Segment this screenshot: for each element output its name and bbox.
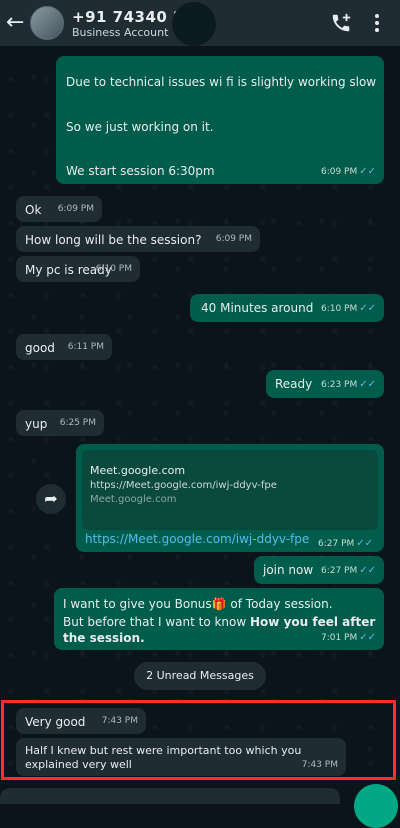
message-time: 6:09 PM (215, 234, 252, 244)
read-ticks-icon: ✓✓ (359, 379, 376, 390)
message-text: How long will be the session? (25, 233, 202, 247)
message-text: explained very well (25, 758, 132, 771)
message-time: 6:09 PM ✓✓ (320, 166, 376, 177)
link-preview-title: Meet.google.com (90, 464, 186, 477)
message-text: Very good (25, 715, 86, 729)
message-bubble[interactable]: How long will be the session? 6:09 PM (16, 226, 260, 252)
message-text: So we just working on it. (66, 120, 214, 134)
message-text: Ok (25, 203, 42, 217)
message-bubble[interactable]: join now 6:27 PM ✓✓ (254, 556, 384, 584)
message-time: 6:11 PM (67, 342, 104, 352)
contact-phone: +91 74340 2 (72, 7, 185, 26)
read-ticks-icon: ✓✓ (359, 565, 376, 576)
read-ticks-icon: ✓✓ (356, 538, 374, 549)
message-link[interactable]: https://Meet.google.com/iwj-ddyv-fpe (85, 532, 309, 546)
link-preview-url: https://Meet.google.com/iwj-ddyv-fpe (90, 480, 277, 491)
message-text: yup (25, 417, 48, 431)
message-text: Due to technical issues wi fi is slightl… (66, 75, 377, 89)
message-text: But before that I want to know How you f… (63, 615, 376, 629)
message-bubble[interactable]: Ok 6:09 PM (16, 196, 102, 222)
message-text: join now (263, 563, 314, 577)
overlay-blob (172, 2, 216, 46)
message-text: 40 Minutes around (201, 301, 314, 315)
link-preview-card[interactable]: Meet.google.com https://Meet.google.com/… (82, 450, 378, 530)
message-time: 6:10 PM (95, 264, 132, 274)
message-bubble[interactable]: yup 6:25 PM (16, 410, 104, 436)
message-time: 7:43 PM (101, 716, 138, 726)
message-time: 6:23 PM ✓✓ (320, 379, 376, 390)
forward-icon[interactable]: ➦ (36, 484, 66, 514)
read-ticks-icon: ✓✓ (359, 303, 376, 314)
read-ticks-icon: ✓✓ (359, 166, 376, 177)
message-bubble[interactable]: Very good 7:43 PM (16, 708, 146, 734)
message-time: 6:10 PM ✓✓ (320, 303, 376, 314)
link-preview-host: Meet.google.com (90, 494, 177, 505)
message-time: 6:27 PM ✓✓ (318, 538, 374, 549)
send-button[interactable] (354, 784, 398, 828)
message-bubble[interactable]: good 6:11 PM (16, 334, 112, 360)
message-text: the session. (63, 631, 145, 645)
add-call-icon[interactable] (330, 12, 352, 34)
message-time: 7:01 PM ✓✓ (320, 632, 376, 643)
message-text: We start session 6:30pm (66, 164, 215, 178)
message-time: 7:43 PM (301, 760, 338, 770)
back-arrow-icon[interactable]: ← (6, 0, 28, 46)
message-bubble[interactable]: My pc is ready 6:10 PM (16, 256, 140, 282)
message-time: 6:25 PM (59, 418, 96, 428)
message-bubble[interactable]: Due to technical issues wi fi is slightl… (56, 56, 384, 184)
message-time: 6:27 PM ✓✓ (320, 565, 376, 576)
avatar[interactable] (30, 6, 64, 40)
message-bubble[interactable]: 40 Minutes around 6:10 PM ✓✓ (190, 294, 384, 322)
message-bubble[interactable]: I want to give you Bonus🎁 of Today sessi… (54, 588, 384, 650)
chat-header: ← +91 74340 2 Business Account (0, 0, 400, 46)
read-ticks-icon: ✓✓ (359, 632, 376, 643)
message-text: good (25, 341, 55, 355)
message-text: Half I knew but rest were important too … (25, 744, 302, 757)
message-text: I want to give you Bonus🎁 of Today sessi… (63, 597, 333, 611)
message-bubble[interactable]: Ready 6:23 PM ✓✓ (266, 370, 384, 398)
contact-subtitle: Business Account (72, 25, 169, 39)
message-input-bar[interactable] (0, 788, 340, 804)
message-text: Ready (275, 377, 313, 391)
contact-title[interactable]: +91 74340 2 Business Account (72, 8, 262, 39)
message-time: 6:09 PM (57, 204, 94, 214)
message-bubble[interactable]: Half I knew but rest were important too … (16, 738, 346, 776)
unread-divider: 2 Unread Messages (134, 662, 266, 690)
more-vert-icon[interactable] (372, 12, 382, 34)
